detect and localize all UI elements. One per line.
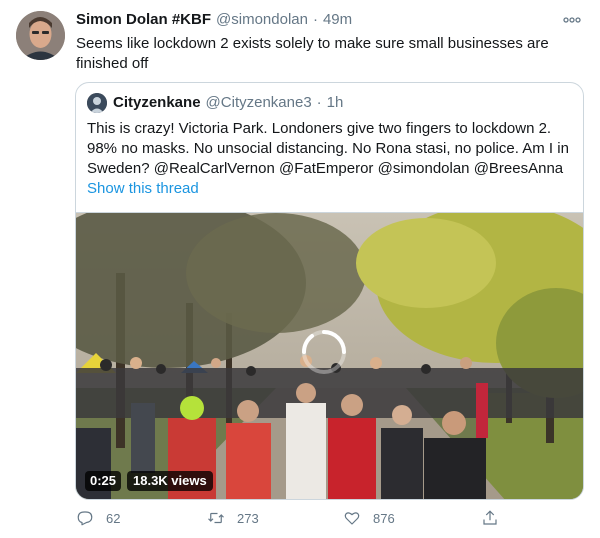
- retweet-button[interactable]: 273: [207, 506, 259, 530]
- like-count: 876: [373, 510, 395, 526]
- like-button[interactable]: 876: [343, 506, 395, 530]
- quoted-tweet-text: This is crazy! Victoria Park. Londoners …: [87, 120, 569, 177]
- retweet-icon: [208, 512, 224, 524]
- reply-icon: [77, 511, 93, 526]
- separator-dot: ·: [312, 11, 318, 28]
- quoted-author-avatar: [87, 93, 107, 113]
- heart-icon: [344, 512, 360, 525]
- separator-dot: ·: [316, 94, 322, 111]
- show-thread-link[interactable]: Show this thread: [87, 180, 199, 197]
- tweet-timestamp[interactable]: 49m: [323, 11, 352, 28]
- more-dots-icon[interactable]: [560, 8, 584, 32]
- video-duration: 0:25: [85, 471, 122, 491]
- reply-button[interactable]: 62: [76, 506, 120, 530]
- quoted-author-name: Cityzenkane: [113, 94, 201, 111]
- share-button[interactable]: [481, 506, 499, 530]
- quoted-header: Cityzenkane @Cityzenkane3 · 1h: [113, 94, 343, 114]
- reply-count: 62: [106, 510, 121, 526]
- quoted-author-handle: @Cityzenkane3: [205, 94, 312, 111]
- quoted-timestamp: 1h: [326, 94, 344, 111]
- tweet-text: Seems like lockdown 2 exists solely to m…: [76, 35, 549, 72]
- video-view-count: 18.3K views: [127, 471, 213, 491]
- tweet[interactable]: Simon Dolan #KBF @simondolan · 49m Seems…: [0, 0, 600, 538]
- share-icon: [483, 510, 497, 525]
- tweet-header: Simon Dolan #KBF @simondolan · 49m: [76, 11, 352, 32]
- tweet-actions: 62 273 876: [76, 506, 506, 530]
- retweet-count: 273: [237, 510, 259, 526]
- author-avatar[interactable]: [16, 11, 65, 60]
- quoted-tweet[interactable]: Cityzenkane @Cityzenkane3 · 1h This is c…: [75, 82, 584, 500]
- loading-spinner-icon: [302, 330, 346, 374]
- author-handle[interactable]: @simondolan: [216, 11, 308, 28]
- author-name[interactable]: Simon Dolan #KBF: [76, 11, 211, 28]
- video-player[interactable]: 0:25 18.3K views: [76, 212, 583, 499]
